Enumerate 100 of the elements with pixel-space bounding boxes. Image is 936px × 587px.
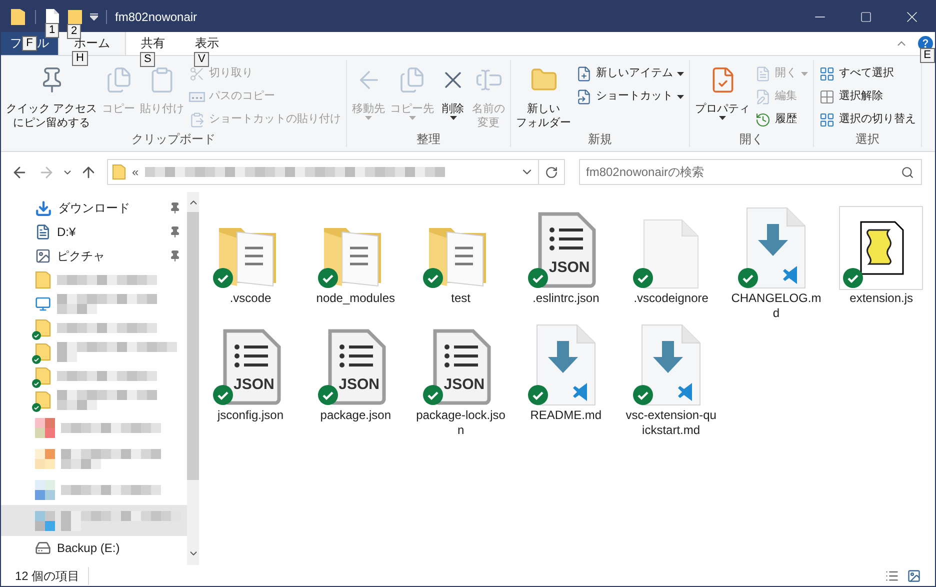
nav-item[interactable]: ピクチャ (1, 244, 187, 268)
group-label: 新規 (587, 131, 614, 147)
scissors-icon (189, 66, 206, 82)
group-label: クリップボード (130, 131, 217, 147)
nav-label: Backup (E:) (57, 540, 120, 557)
ribbon-button[interactable]: 新しいアイテム (574, 62, 686, 85)
path-icon (189, 92, 206, 102)
nav-item[interactable]: Backup (E:) (1, 536, 187, 560)
file-name: jsconfig.json (216, 408, 285, 423)
edit-icon (755, 88, 772, 104)
folder-icon (35, 391, 51, 409)
window-title: fm802nowonair (115, 8, 198, 26)
desktop-icon (35, 296, 51, 312)
address-field[interactable]: « (107, 159, 539, 185)
file-name: package-lock.json (415, 408, 506, 438)
ribbon-button[interactable]: 選択解除 (817, 85, 918, 108)
paste-shortcut-icon (189, 112, 206, 128)
script-file-icon (839, 206, 924, 290)
file-name: extension.js (848, 291, 914, 306)
ribbon-button[interactable]: 選択の切り替え (817, 108, 918, 131)
file-name: .eslintrc.json (532, 291, 600, 306)
large-icons-view-icon[interactable] (907, 568, 921, 582)
select-none-icon (819, 88, 836, 104)
blurred-icon (35, 418, 55, 438)
keytip: H (72, 51, 88, 66)
open-icon (755, 66, 772, 82)
select-all-icon (819, 66, 836, 82)
file-type-label: JSON (338, 376, 380, 394)
file-name: package.json (319, 408, 392, 423)
file-item[interactable]: .vscodeignore (620, 204, 723, 321)
markdown-file-icon (534, 323, 597, 407)
keytip: S (140, 52, 156, 67)
file-item[interactable]: README.md (514, 321, 618, 438)
ribbon-button[interactable]: ショートカット (574, 85, 686, 108)
search-field[interactable]: fm802nowonairの検索 (579, 159, 922, 185)
file-name: CHANGELOG.md (730, 291, 822, 321)
markdown-file-icon (640, 323, 702, 407)
nav-label: D:¥ (57, 224, 76, 241)
file-item[interactable]: test (409, 204, 512, 321)
history-icon (755, 112, 772, 128)
file-item[interactable]: JSON package-lock.json (409, 321, 512, 438)
folder-icon (112, 164, 126, 180)
dropdown-icon (90, 12, 98, 20)
file-item[interactable]: vsc-extension-quickstart.md (620, 321, 723, 438)
ribbon-button[interactable]: 削除 (437, 60, 470, 120)
nav-label: ピクチャ (57, 248, 105, 265)
group-label: 整理 (416, 131, 442, 147)
file-item[interactable]: extension.js (830, 204, 933, 321)
file-type-label: JSON (234, 376, 274, 394)
details-view-icon[interactable] (885, 568, 899, 582)
keytip: E (920, 48, 935, 63)
group-label: 選択 (854, 131, 881, 147)
file-name: README.md (529, 408, 603, 423)
keytip: F (22, 36, 37, 50)
file-item[interactable]: .vscode (199, 204, 302, 321)
ribbon-button[interactable]: 新しい フォルダー (514, 60, 574, 130)
maximize-icon[interactable] (860, 10, 872, 22)
folder-icon (68, 10, 82, 24)
item-count: 12 個の項目 (15, 566, 89, 584)
file-item[interactable]: JSON jsconfig.json (199, 321, 302, 438)
group-label: 開く (738, 131, 765, 147)
file-name: vsc-extension-quickstart.md (625, 408, 718, 438)
file-item[interactable]: CHANGELOG.md (724, 204, 828, 321)
refresh-icon (545, 166, 558, 178)
refresh-button[interactable] (539, 159, 565, 185)
nav-label: ダウンロード (58, 200, 130, 217)
copy-icon (398, 66, 426, 94)
file-item[interactable]: JSON package.json (304, 321, 408, 438)
blurred-icon (35, 510, 55, 530)
folder-icon (35, 367, 51, 385)
nav-item[interactable]: D:¥ (1, 220, 187, 244)
file-item[interactable]: node_modules (304, 204, 408, 321)
keytip: 1 (45, 22, 60, 38)
scroll-thumb[interactable] (187, 212, 199, 480)
invert-selection-icon (819, 112, 836, 128)
keytip: V (194, 52, 210, 67)
file-name: .vscode (228, 291, 272, 306)
ribbon-button[interactable]: 履歴 (753, 108, 810, 131)
folder-icon (35, 343, 51, 361)
ribbon-button[interactable]: すべて選択 (817, 62, 918, 85)
folder-icon (35, 319, 51, 337)
download-icon (35, 200, 52, 216)
pictures-icon (35, 248, 51, 264)
copy-icon (104, 66, 133, 94)
file-type-label: JSON (444, 376, 485, 394)
document-icon (46, 8, 59, 24)
blurred-icon (35, 480, 55, 500)
markdown-file-icon (745, 206, 808, 290)
folder-icon (11, 8, 25, 24)
nav-item[interactable]: ダウンロード (1, 196, 187, 220)
file-name: node_modules (315, 291, 396, 306)
file-type-label: JSON (548, 259, 590, 277)
document-icon (642, 218, 700, 290)
search-icon (901, 166, 914, 178)
ribbon-button[interactable]: プロパティ (693, 60, 752, 120)
keytip: 2 (67, 24, 82, 38)
scrollbar[interactable] (187, 192, 199, 565)
file-item[interactable]: JSON .eslintrc.json (514, 204, 618, 321)
path-prefix: « (132, 164, 139, 181)
shortcut-icon (576, 88, 592, 104)
